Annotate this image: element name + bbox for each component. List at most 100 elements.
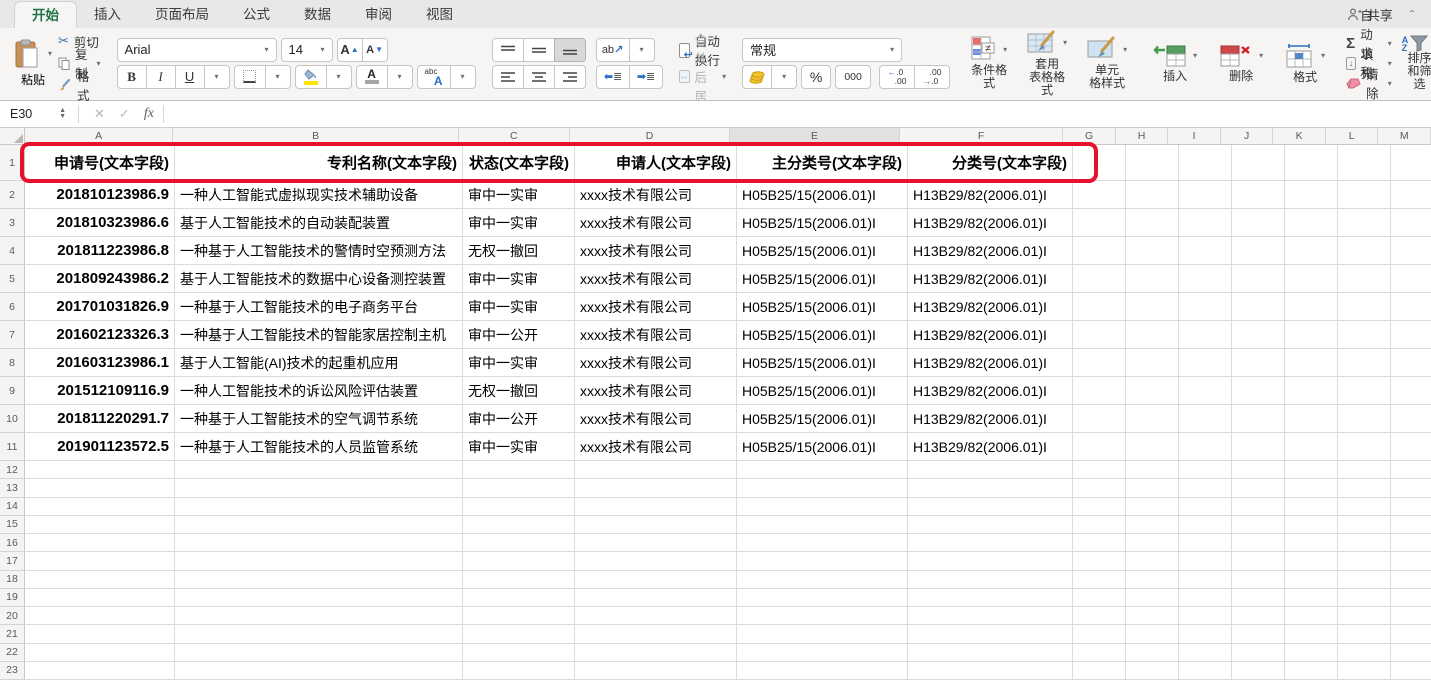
cell-K12[interactable] — [1285, 461, 1338, 479]
cell-D18[interactable] — [575, 571, 737, 589]
cell-C2[interactable]: 审中一实审 — [463, 181, 575, 209]
cell-B8[interactable]: 基于人工智能(AI)技术的起重机应用 — [175, 349, 463, 377]
cell-A7[interactable]: 201602123326.3 — [25, 321, 175, 349]
cell-G8[interactable] — [1073, 349, 1126, 377]
cell-M15[interactable] — [1391, 516, 1431, 534]
cell-A21[interactable] — [25, 625, 175, 643]
cell-E20[interactable] — [737, 607, 908, 625]
cell-F9[interactable]: H13B29/82(2006.01)I — [908, 377, 1073, 405]
format-as-table-button[interactable]: ▾ 套用表格格式 — [1022, 29, 1072, 98]
cell-E10[interactable]: H05B25/15(2006.01)I — [737, 405, 908, 433]
grow-font-button[interactable]: A▲ — [337, 38, 363, 62]
cell-E18[interactable] — [737, 571, 908, 589]
cell-D2[interactable]: xxxx技术有限公司 — [575, 181, 737, 209]
cell-M17[interactable] — [1391, 552, 1431, 570]
cell-H1[interactable] — [1126, 145, 1179, 181]
borders-dropdown[interactable]: ▾ — [265, 65, 291, 89]
cell-M21[interactable] — [1391, 625, 1431, 643]
tab-insert[interactable]: 插入 — [77, 1, 138, 28]
cell-I5[interactable] — [1179, 265, 1232, 293]
cell-K13[interactable] — [1285, 479, 1338, 497]
underline-button[interactable]: U — [175, 65, 205, 89]
cell-K11[interactable] — [1285, 433, 1338, 461]
cell-A2[interactable]: 201810123986.9 — [25, 181, 175, 209]
cell-F15[interactable] — [908, 516, 1073, 534]
cell-B11[interactable]: 一种基于人工智能技术的人员监管系统 — [175, 433, 463, 461]
cell-J18[interactable] — [1232, 571, 1285, 589]
cell-E7[interactable]: H05B25/15(2006.01)I — [737, 321, 908, 349]
cell-F17[interactable] — [908, 552, 1073, 570]
cell-F18[interactable] — [908, 571, 1073, 589]
cell-M6[interactable] — [1391, 293, 1431, 321]
cell-D14[interactable] — [575, 498, 737, 516]
fill-color-dropdown[interactable]: ▾ — [326, 65, 352, 89]
row-header-9[interactable]: 9 — [0, 377, 25, 405]
cell-L21[interactable] — [1338, 625, 1391, 643]
cell-H18[interactable] — [1126, 571, 1179, 589]
tab-page-layout[interactable]: 页面布局 — [138, 1, 226, 28]
tab-formulas[interactable]: 公式 — [226, 1, 287, 28]
currency-button[interactable] — [742, 65, 772, 89]
cell-G7[interactable] — [1073, 321, 1126, 349]
cell-G1[interactable] — [1073, 145, 1126, 181]
cell-A22[interactable] — [25, 644, 175, 662]
cell-L4[interactable] — [1338, 237, 1391, 265]
cell-G9[interactable] — [1073, 377, 1126, 405]
increase-indent-button[interactable]: ➡≣ — [629, 65, 663, 89]
cell-M5[interactable] — [1391, 265, 1431, 293]
cell-J6[interactable] — [1232, 293, 1285, 321]
name-box-spinner-icon[interactable]: ▲▼ — [59, 108, 70, 120]
cell-E16[interactable] — [737, 534, 908, 552]
shrink-font-button[interactable]: A▼ — [362, 38, 388, 62]
cell-B21[interactable] — [175, 625, 463, 643]
cell-M19[interactable] — [1391, 589, 1431, 607]
cell-M11[interactable] — [1391, 433, 1431, 461]
cell-B23[interactable] — [175, 662, 463, 680]
paste-dropdown-icon[interactable]: ▾ — [48, 49, 52, 58]
cell-G19[interactable] — [1073, 589, 1126, 607]
cell-E4[interactable]: H05B25/15(2006.01)I — [737, 237, 908, 265]
cell-D1[interactable]: 申请人(文本字段) — [575, 145, 737, 181]
cell-L22[interactable] — [1338, 644, 1391, 662]
cell-A12[interactable] — [25, 461, 175, 479]
row-header-4[interactable]: 4 — [0, 237, 25, 265]
cell-D5[interactable]: xxxx技术有限公司 — [575, 265, 737, 293]
cell-L13[interactable] — [1338, 479, 1391, 497]
cell-H10[interactable] — [1126, 405, 1179, 433]
cell-G2[interactable] — [1073, 181, 1126, 209]
cell-J5[interactable] — [1232, 265, 1285, 293]
row-header-18[interactable]: 18 — [0, 571, 25, 589]
cell-G21[interactable] — [1073, 625, 1126, 643]
phonetic-dropdown[interactable]: ▾ — [450, 65, 476, 89]
cell-H21[interactable] — [1126, 625, 1179, 643]
cell-J7[interactable] — [1232, 321, 1285, 349]
cell-E2[interactable]: H05B25/15(2006.01)I — [737, 181, 908, 209]
cell-A13[interactable] — [25, 479, 175, 497]
cell-F20[interactable] — [908, 607, 1073, 625]
cell-G14[interactable] — [1073, 498, 1126, 516]
cell-G20[interactable] — [1073, 607, 1126, 625]
cell-A16[interactable] — [25, 534, 175, 552]
cell-F14[interactable] — [908, 498, 1073, 516]
cell-J13[interactable] — [1232, 479, 1285, 497]
cell-D22[interactable] — [575, 644, 737, 662]
phonetic-button[interactable]: abc A — [417, 65, 451, 89]
orientation-button[interactable]: ab↗ — [596, 38, 630, 62]
cell-K8[interactable] — [1285, 349, 1338, 377]
cell-I17[interactable] — [1179, 552, 1232, 570]
cell-H13[interactable] — [1126, 479, 1179, 497]
cell-G17[interactable] — [1073, 552, 1126, 570]
column-header-G[interactable]: G — [1063, 128, 1116, 145]
cell-G13[interactable] — [1073, 479, 1126, 497]
cell-K4[interactable] — [1285, 237, 1338, 265]
cell-J20[interactable] — [1232, 607, 1285, 625]
row-header-5[interactable]: 5 — [0, 265, 25, 293]
cell-B19[interactable] — [175, 589, 463, 607]
cell-A20[interactable] — [25, 607, 175, 625]
row-header-6[interactable]: 6 — [0, 293, 25, 321]
cell-C12[interactable] — [463, 461, 575, 479]
cell-H7[interactable] — [1126, 321, 1179, 349]
number-format-combo[interactable]: 常规 ▾ — [742, 38, 902, 62]
cell-M14[interactable] — [1391, 498, 1431, 516]
cell-J22[interactable] — [1232, 644, 1285, 662]
